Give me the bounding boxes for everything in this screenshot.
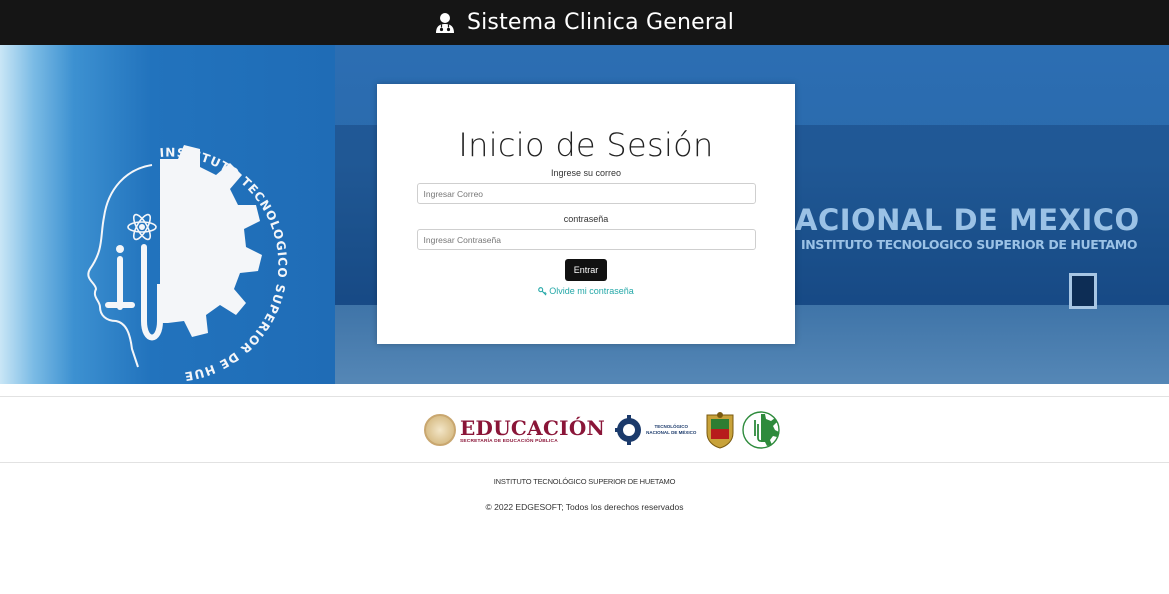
password-label: contraseña [563,214,609,224]
footer-institution: INSTITUTO TECNOLÓGICO SUPERIOR DE HUETAM… [493,477,676,486]
building-sign-sub: INSTITUTO TECNOLOGICO SUPERIOR DE HUETAM… [801,237,1138,252]
footer-copyright: © 2022 EDGESOFT; Todos los derechos rese… [485,502,684,512]
top-navbar: Sistema Clinica General [0,0,1169,45]
education-subtitle: SECRETARÍA DE EDUCACIÓN PÚBLICA [460,438,558,444]
forgot-password-link[interactable]: Olvide mi contraseña [377,286,795,296]
mexico-seal-icon [424,414,456,446]
password-field[interactable] [416,229,756,250]
login-card: Inicio de Sesión Ingrese su correo contr… [377,84,795,344]
itsh-logo-icon [742,411,781,449]
key-icon [538,286,547,295]
institute-logo: INSTITUTO TECNOLOGICO SUPERIOR DE HUETAM… [60,137,289,384]
divider-top [0,396,1169,397]
building-window [1069,273,1097,309]
email-label: Ingrese su correo [550,168,622,178]
tecnm-line2: NACIONAL DE MÉXICO [646,430,697,435]
login-button[interactable]: Entrar [564,259,608,281]
forgot-password-label: Olvide mi contraseña [549,286,634,296]
atom-icon [127,213,157,241]
ith-letters [105,244,167,341]
building-sign-main: ACIONAL DE MEXICO [795,203,1140,237]
app-title: Sistema Clinica General [466,10,735,35]
email-field[interactable] [416,183,756,204]
user-doctor-icon [435,12,454,33]
education-title: EDUCACIÓN [460,415,606,440]
michoacan-shield-icon [706,412,734,449]
tecnm-logo: TECNOLÓGICO NACIONAL DE MÉXICO [615,414,696,446]
login-title: Inicio de Sesión [458,126,714,164]
divider-bottom [0,462,1169,463]
navbar-brand[interactable]: Sistema Clinica General [435,10,734,35]
sep-logo: EDUCACIÓN SECRETARÍA DE EDUCACIÓN PÚBLIC… [424,414,605,446]
tecnm-gear-icon [615,415,642,445]
partner-logos: EDUCACIÓN SECRETARÍA DE EDUCACIÓN PÚBLIC… [424,409,781,451]
